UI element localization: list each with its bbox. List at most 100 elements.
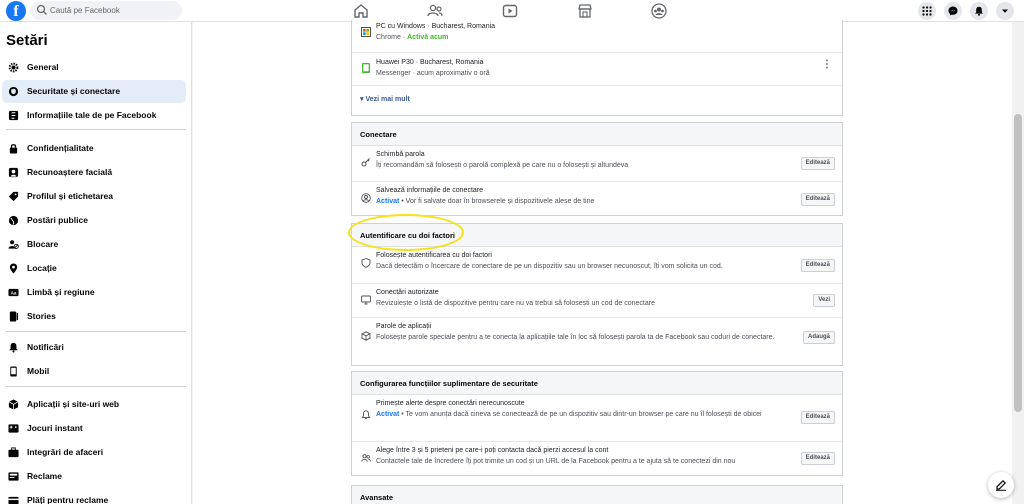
monitor-icon xyxy=(361,295,371,305)
active-sessions-card: PC cu Windows · Bucharest, Romania Chrom… xyxy=(351,20,843,116)
settings-main-panel: PC cu Windows · Bucharest, Romania Chrom… xyxy=(193,20,1012,504)
sidebar-item-profile-tagging[interactable]: Profilul și etichetarea xyxy=(2,185,186,208)
groups-icon[interactable] xyxy=(650,2,668,20)
sidebar-item-blocking[interactable]: Blocare xyxy=(2,233,186,256)
new-message-button[interactable] xyxy=(988,472,1014,498)
sidebar-item-location[interactable]: Locație xyxy=(2,257,186,280)
more-options-icon[interactable]: ⋮ xyxy=(822,60,832,70)
sidebar-divider xyxy=(6,386,186,387)
edit-save-login-button[interactable]: Editează xyxy=(800,193,835,206)
session-row[interactable]: PC cu Windows · Bucharest, Romania Chrom… xyxy=(352,20,842,52)
row-description: Activat • Vor fi salvate doar în browser… xyxy=(376,197,796,207)
globe-icon xyxy=(8,215,19,226)
edit-trusted-contacts-button[interactable]: Editează xyxy=(800,452,835,465)
row-title: Parole de aplicații xyxy=(376,323,432,330)
edit-two-factor-button[interactable]: Editează xyxy=(800,259,835,272)
see-more-row: ▾ Vezi mai mult xyxy=(352,85,842,114)
sidebar-item-ad-payments[interactable]: Plăți pentru reclame xyxy=(2,489,186,504)
payment-icon xyxy=(8,496,19,504)
row-title: Alege între 3 și 5 prieteni pe care-i po… xyxy=(376,447,609,454)
watch-icon[interactable] xyxy=(501,2,519,20)
menu-grid-button[interactable] xyxy=(918,2,936,20)
face-icon xyxy=(8,167,19,178)
session-device: Huawei P30 · Bucharest, Romania xyxy=(376,59,484,66)
apps-icon xyxy=(8,399,19,410)
app-passwords-row[interactable]: Parole de aplicații Folosește parole spe… xyxy=(352,317,842,366)
ads-icon xyxy=(8,472,19,481)
sidebar-item-label: Jocuri instant xyxy=(27,423,83,433)
sidebar-item-label: Informațiile tale de pe Facebook xyxy=(27,110,157,120)
row-description: Îți recomandăm să folosești o parolă com… xyxy=(376,162,629,169)
session-app: Chrome · xyxy=(376,34,408,41)
session-meta: Chrome · Activă acum xyxy=(376,33,796,43)
session-row[interactable]: Huawei P30 · Bucharest, Romania Messenge… xyxy=(352,52,842,85)
use-two-factor-row[interactable]: Folosește autentificarea cu doi factori … xyxy=(352,247,842,283)
home-icon[interactable] xyxy=(352,2,370,20)
change-password-row[interactable]: Schimbă parola Îți recomandăm să foloseș… xyxy=(352,146,842,181)
row-title: Conectări autorizate xyxy=(376,289,439,296)
row-title: Schimbă parola xyxy=(376,151,425,158)
sidebar-item-mobile[interactable]: Mobil xyxy=(2,360,186,383)
sidebar-item-face-recognition[interactable]: Recunoaștere facială xyxy=(2,161,186,184)
edit-login-alerts-button[interactable]: Editează xyxy=(800,411,835,424)
page-scrollbar[interactable] xyxy=(1012,22,1024,504)
sidebar-item-stories[interactable]: Stories xyxy=(2,305,186,328)
row-description: Revizuiește o listă de dispozitive pentr… xyxy=(376,300,655,307)
sidebar-item-business-integrations[interactable]: Integrări de afaceri xyxy=(2,441,186,464)
row-description: Contactele tale de încredere îți pot tri… xyxy=(376,458,736,465)
unrecognized-login-alerts-row[interactable]: Primește alerte despre conectări nerecun… xyxy=(352,395,842,441)
search-input[interactable] xyxy=(50,3,178,18)
messenger-button[interactable] xyxy=(944,2,962,20)
sidebar-item-language[interactable]: Aa Limbă și regiune xyxy=(2,281,186,304)
sidebar-divider xyxy=(6,331,186,332)
sidebar-item-label: Notificări xyxy=(27,342,64,352)
activated-label: Activat xyxy=(376,198,400,205)
sidebar-item-label: Aplicații și site-uri web xyxy=(27,399,120,409)
language-icon: Aa xyxy=(8,288,19,297)
account-button[interactable] xyxy=(996,2,1014,20)
facebook-logo[interactable]: f xyxy=(6,1,26,21)
authorized-logins-row[interactable]: Conectări autorizate Revizuiește o listă… xyxy=(352,283,842,317)
extra-security-card: Configurarea funcțiilor suplimentare de … xyxy=(351,371,843,476)
scrollbar-thumb[interactable] xyxy=(1014,114,1022,412)
section-title: Conectare xyxy=(352,123,842,146)
sidebar-item-general[interactable]: General xyxy=(2,56,186,79)
sidebar-item-label: Recunoaștere facială xyxy=(27,167,113,177)
sidebar-item-notifications[interactable]: Notificări xyxy=(2,336,186,359)
sidebar-divider xyxy=(6,129,186,130)
sidebar-item-ads[interactable]: Reclame xyxy=(2,465,186,488)
sidebar-item-privacy[interactable]: Confidențialitate xyxy=(2,137,186,160)
search-box[interactable] xyxy=(30,1,182,20)
sidebar-item-label: Postări publice xyxy=(27,215,88,225)
trusted-contacts-row[interactable]: Alege între 3 și 5 prieteni pe care-i po… xyxy=(352,441,842,475)
row-description: Activat • Te vom anunța dacă cineva se c… xyxy=(376,410,790,420)
marketplace-icon[interactable] xyxy=(576,2,594,20)
activated-label: Activat xyxy=(376,411,400,418)
add-app-password-button[interactable]: Adaugă xyxy=(802,331,835,344)
see-more-label: Vezi mai mult xyxy=(365,96,410,103)
row-description: Dacă detectăm o încercare de conectare d… xyxy=(376,263,723,270)
sidebar-item-security[interactable]: Securitate și conectare xyxy=(2,80,186,103)
games-icon xyxy=(8,424,19,433)
gear-icon xyxy=(8,62,19,73)
row-description-text: • Vor fi salvate doar în browserele și d… xyxy=(399,198,595,205)
block-user-icon xyxy=(8,240,19,249)
bell-icon xyxy=(9,342,18,353)
notifications-button[interactable] xyxy=(970,2,988,20)
chevron-down-icon xyxy=(1002,9,1008,13)
view-authorized-logins-button[interactable]: Vezi xyxy=(813,294,835,307)
friends-icon[interactable] xyxy=(426,2,444,20)
sidebar-item-public-posts[interactable]: Postări publice xyxy=(2,209,186,232)
edit-password-button[interactable]: Editează xyxy=(800,157,835,170)
see-more-link[interactable]: ▾ Vezi mai mult xyxy=(360,95,410,103)
sidebar-item-instant-games[interactable]: Jocuri instant xyxy=(2,417,186,440)
sidebar-item-facebook-info[interactable]: Informațiile tale de pe Facebook xyxy=(2,104,186,127)
business-icon xyxy=(8,447,19,458)
sidebar-item-label: Locație xyxy=(27,263,57,273)
sidebar-item-apps-websites[interactable]: Aplicații și site-uri web xyxy=(2,393,186,416)
sidebar-item-label: Integrări de afaceri xyxy=(27,447,104,457)
save-login-info-row[interactable]: Salvează informațiile de conectare Activ… xyxy=(352,181,842,216)
session-status: Activă acum xyxy=(407,34,449,41)
svg-text:Aa: Aa xyxy=(11,291,17,296)
sidebar-item-label: General xyxy=(27,62,59,72)
